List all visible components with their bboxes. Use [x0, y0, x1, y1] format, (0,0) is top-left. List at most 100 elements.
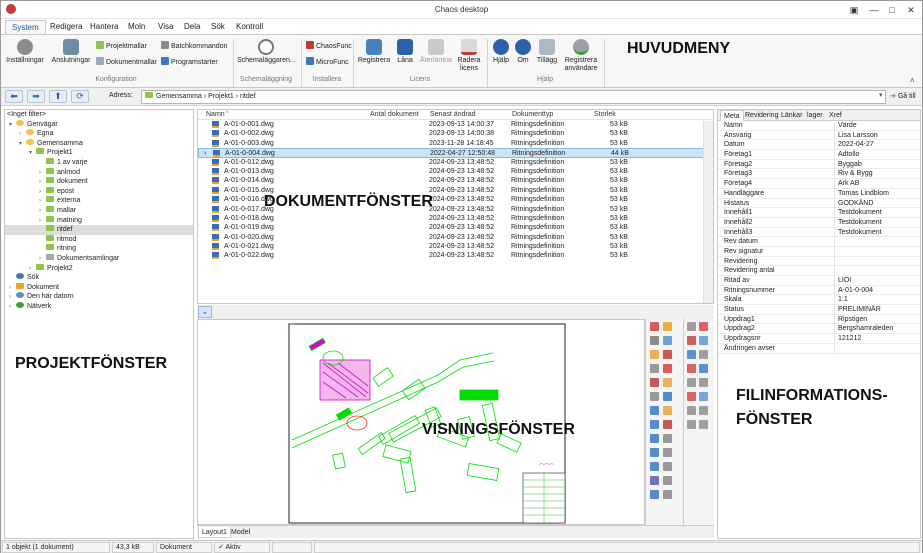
dokumentmallar-button[interactable]: Dokumentmallar	[96, 57, 157, 68]
measure-icon[interactable]	[650, 336, 659, 345]
property-value[interactable]: PRELIMINÄR	[834, 305, 920, 315]
hjalp-button[interactable]: Hjälp	[490, 39, 512, 65]
property-value[interactable]: Byggab	[834, 159, 920, 170]
project-tree[interactable]: <Inget filter> ▾ Genvägar › Egna ▾ Gemensamma…	[4, 109, 194, 539]
tree-node[interactable]: Sök	[5, 273, 193, 283]
zoom-in-icon[interactable]	[699, 322, 708, 331]
col-antal-dokument[interactable]: Antal dokument	[370, 111, 419, 118]
tab-sok[interactable]: Sök	[205, 20, 231, 35]
radera-licens-button[interactable]: Radera licens	[455, 39, 483, 73]
property-value[interactable]: Bergshamraleden	[834, 324, 920, 335]
rect-icon[interactable]	[663, 406, 672, 415]
link-icon[interactable]	[650, 364, 659, 373]
tree-node[interactable]: › Dokument	[5, 282, 193, 293]
tree-node[interactable]: ritning	[5, 244, 193, 254]
property-row[interactable]: Företag1 Adtollo	[718, 150, 920, 160]
tab-dela[interactable]: Dela	[178, 20, 206, 35]
dropdown-icon[interactable]	[663, 462, 672, 471]
forward-button[interactable]: ➡	[27, 90, 45, 103]
table-row[interactable]: A-01-0-014.dwg 2024-09-23 13:48:52 Ritning…	[198, 176, 713, 185]
meta-header-name[interactable]: Namn	[724, 121, 743, 131]
settings-icon[interactable]	[687, 406, 696, 415]
tab-hantera[interactable]: Hantera	[84, 20, 124, 35]
property-value[interactable]: Testdokument	[834, 208, 920, 218]
property-value[interactable]: Adtollo	[834, 150, 920, 160]
tree-node[interactable]: › matning	[5, 215, 193, 226]
col-storlek[interactable]: Storlek	[594, 111, 616, 118]
table-row[interactable]: A-01-0-003.dwg 2023-11-28 14:18:45 Ritning…	[198, 139, 713, 148]
property-value[interactable]: LIOI	[834, 276, 920, 286]
zoom-out-icon[interactable]	[687, 336, 696, 345]
tab-lager[interactable]: lager	[804, 110, 826, 121]
programstarter-button[interactable]: Programstarter	[161, 57, 218, 68]
property-row[interactable]: Histatus GODKÄND	[718, 198, 920, 209]
property-row[interactable]: Ritningsnummer A-01-0-004	[718, 285, 920, 296]
fit-icon[interactable]	[687, 350, 696, 359]
tree-node[interactable]: ▾ Gemensamma	[5, 138, 193, 149]
property-value[interactable]: A-01-0-004	[834, 285, 920, 296]
pen-icon[interactable]	[663, 364, 672, 373]
dropdown-icon[interactable]	[663, 448, 672, 457]
page-icon[interactable]	[699, 420, 708, 429]
property-row[interactable]: Status PRELIMINÄR	[718, 305, 920, 315]
property-row[interactable]: Innehåll3 Testdokument	[718, 227, 920, 238]
tree-node[interactable]: ▾ Projekt1	[5, 148, 193, 158]
undo-icon[interactable]	[663, 350, 672, 359]
table-row[interactable]: A-01-0-001.dwg 2023-09-13 14:00:37 Ritning…	[198, 120, 713, 129]
tree-node[interactable]: › dokument	[5, 177, 193, 187]
property-row[interactable]: Skala 1:1	[718, 295, 920, 306]
pencil-icon[interactable]	[650, 322, 659, 331]
shape2-icon[interactable]	[650, 462, 659, 471]
property-row[interactable]: Företag3 Riv & Bygg	[718, 169, 920, 180]
tab-meta[interactable]: Meta	[720, 110, 744, 121]
document-list[interactable]: Namn ^ Antal dokument Senast ändrad Doku…	[197, 109, 714, 304]
property-row[interactable]: Innehåll1 Testdokument	[718, 208, 920, 218]
table-row[interactable]: › A-01-0-004.dwg 2022-04-27 12:50:48 Ritnin…	[198, 148, 713, 158]
table-row[interactable]: A-01-0-018.dwg 2024-09-23 13:48:52 Ritning…	[198, 214, 713, 223]
tab-visa[interactable]: Visa	[152, 20, 179, 35]
back-button[interactable]: ⬅	[5, 90, 23, 103]
property-row[interactable]: Handläggare Tomas Lindblom	[718, 188, 920, 199]
ellipse-icon[interactable]	[650, 420, 659, 429]
tab-lankar[interactable]: Länkar	[778, 110, 805, 121]
tree-node[interactable]: › Dokumentsamlingar	[5, 253, 193, 264]
property-value[interactable]: Ark AB	[834, 179, 920, 189]
drawing-viewer[interactable]: ⌒⌒⌒ VISNINGSFÖNSTER	[197, 319, 645, 525]
col-dokumenttyp[interactable]: Dokumenttyp	[512, 111, 553, 118]
tab-model[interactable]: Model	[228, 527, 253, 538]
tab-layout1[interactable]: Layout1	[198, 527, 231, 538]
dropdown-icon[interactable]	[663, 490, 672, 499]
arrow-icon[interactable]	[663, 434, 672, 443]
property-value[interactable]: 121212	[834, 334, 920, 344]
property-value[interactable]	[834, 246, 920, 257]
tree-node[interactable]: › Projekt2	[5, 263, 193, 274]
table-row[interactable]: A-01-0-020.dwg 2024-09-23 13:48:52 Ritning…	[198, 233, 713, 242]
property-row[interactable]: Företag2 Byggab	[718, 159, 920, 170]
installningar-button[interactable]: Inställningar	[4, 39, 46, 65]
text-icon[interactable]	[650, 378, 659, 387]
anslutningar-button[interactable]: Anslutningar	[50, 39, 92, 65]
close-button[interactable]: ✕	[898, 3, 923, 17]
projektmallar-button[interactable]: Projektmallar	[96, 41, 147, 52]
aterlamna-button[interactable]: Återlämna	[419, 39, 453, 65]
up-button[interactable]: ⬆	[49, 90, 67, 103]
grid-icon[interactable]	[699, 392, 708, 401]
table-row[interactable]: A-01-0-019.dwg 2024-09-23 13:48:52 Ritning…	[198, 223, 713, 232]
tree-node[interactable]: › anlmod	[5, 167, 193, 178]
expander-icon[interactable]: ›	[9, 303, 16, 313]
collapse-ribbon-icon[interactable]: ˄	[910, 76, 915, 85]
property-row[interactable]: Ansvarig Lisa Larsson	[718, 130, 920, 141]
pan-icon[interactable]	[699, 336, 708, 345]
tillagg-button[interactable]: Tillägg	[535, 39, 559, 65]
property-row[interactable]: Uppdrag2 Bergshamraleden	[718, 324, 920, 335]
property-row[interactable]: Ritad av LIOI	[718, 276, 920, 286]
chaosfunc-button[interactable]: ChaosFunc	[306, 41, 352, 52]
tree-node[interactable]: 1 av varje	[5, 157, 193, 168]
address-input[interactable]: Gemensamma › Projekt1 › ritdef	[141, 90, 886, 104]
property-value[interactable]	[834, 266, 920, 276]
tree-node[interactable]: ▾ Genvägar	[5, 119, 193, 130]
tab-moln[interactable]: Moln	[122, 20, 151, 35]
property-row[interactable]: Datum 2022-04-27	[718, 140, 920, 151]
property-row[interactable]: Uppdragsnr 121212	[718, 334, 920, 344]
refresh-button[interactable]: ⟳	[71, 90, 89, 103]
